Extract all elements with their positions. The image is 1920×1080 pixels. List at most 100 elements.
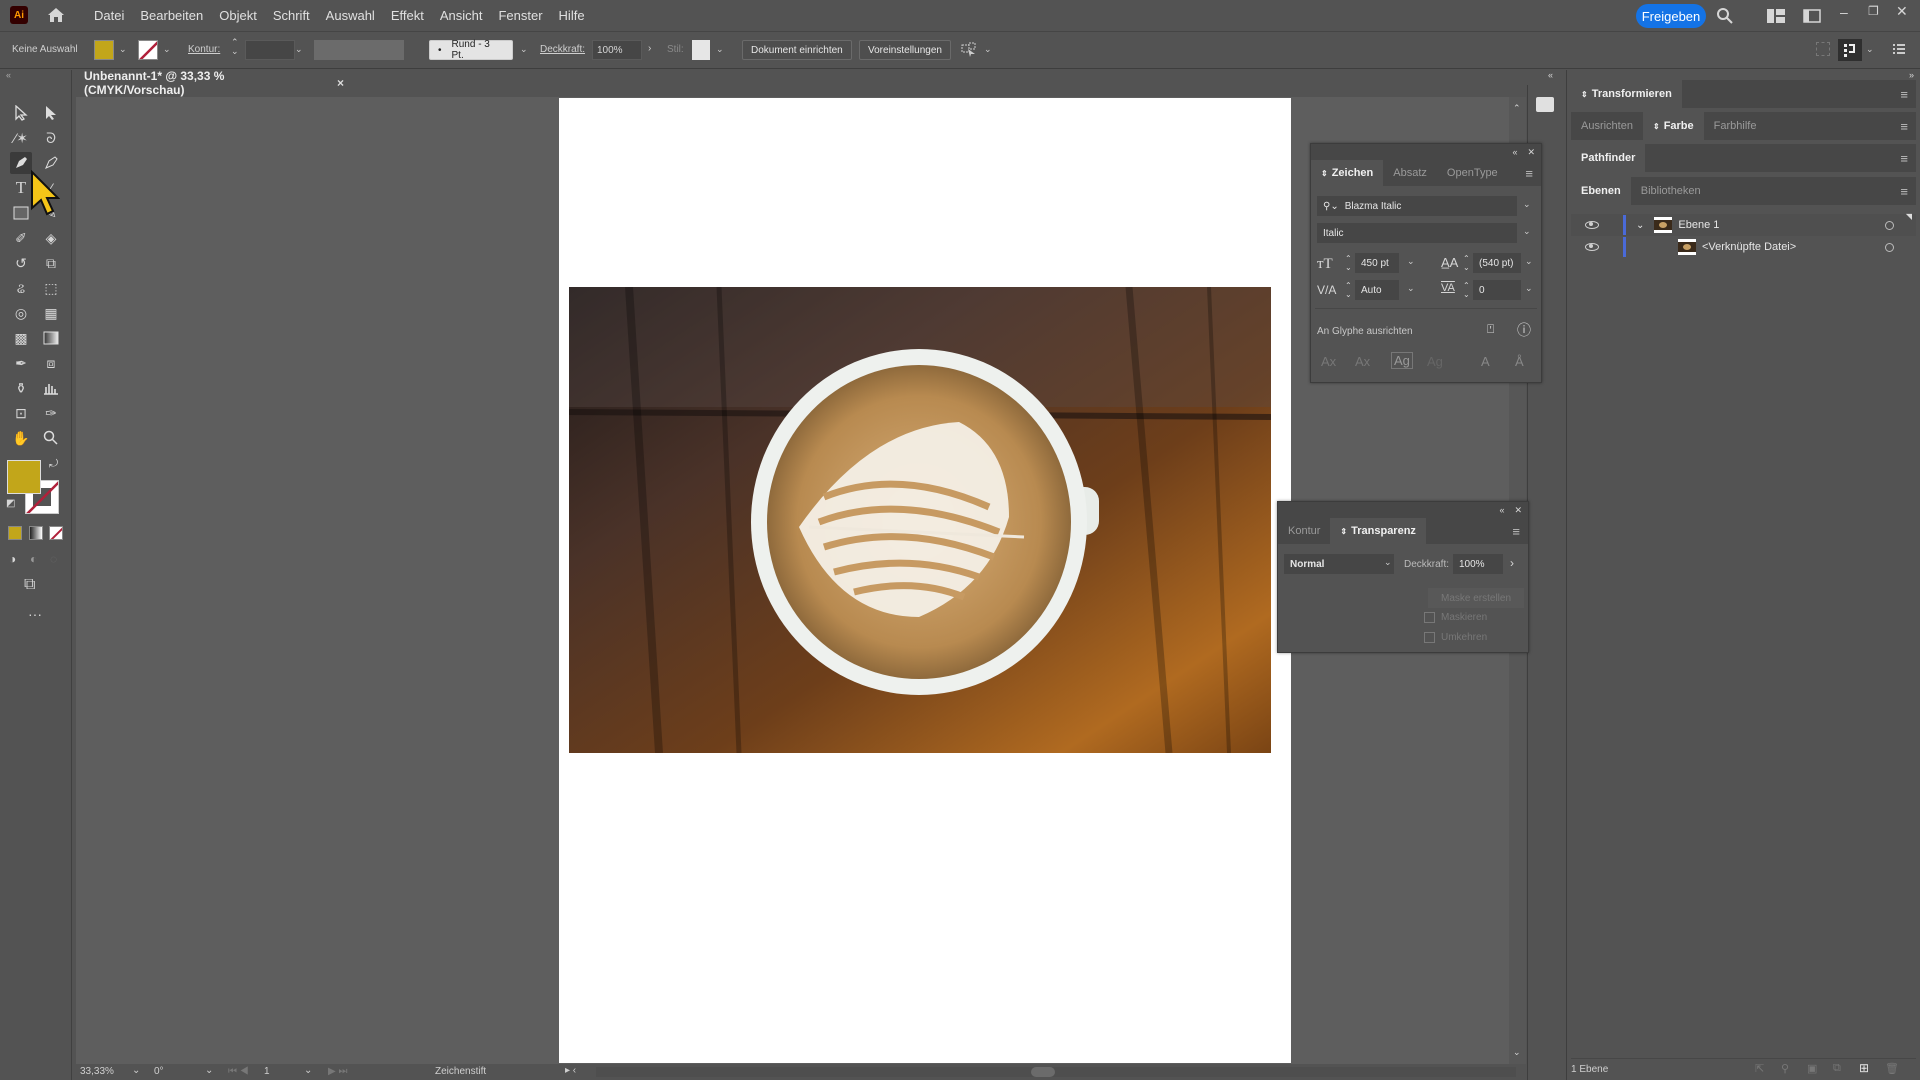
opacity-input[interactable]: 100%: [1453, 554, 1503, 574]
document-tab[interactable]: Unbenannt-1* @ 33,33 % (CMYK/Vorschau) ×: [76, 69, 344, 97]
fill-color-swatch[interactable]: [7, 460, 41, 494]
snap-dropdown-icon[interactable]: ⌄: [1866, 44, 1874, 55]
gradient-mode-icon[interactable]: [29, 526, 43, 540]
workspace-icon[interactable]: [1767, 9, 1785, 26]
font-style-input[interactable]: Italic: [1317, 223, 1517, 243]
lasso-tool-icon[interactable]: ᘐ: [40, 127, 62, 149]
kerning-stepper[interactable]: ⌃ ⌄: [1345, 281, 1352, 299]
rotation-dropdown-icon[interactable]: ⌄: [205, 1065, 213, 1076]
font-style-dropdown-icon[interactable]: ⌄: [1523, 226, 1531, 237]
default-fill-stroke-icon[interactable]: ◩: [6, 498, 15, 509]
zoom-tool-icon[interactable]: [40, 427, 62, 449]
swap-fill-stroke-icon[interactable]: ⤾: [49, 458, 58, 471]
blend-mode-dropdown-icon[interactable]: ⌄: [1384, 557, 1392, 568]
tab-farbhilfe[interactable]: Farbhilfe: [1704, 112, 1767, 140]
eraser-tool-icon[interactable]: ◈: [40, 227, 62, 249]
stroke-weight-dropdown-icon[interactable]: ⌄: [295, 44, 303, 55]
artboard-tool-icon[interactable]: ⊡: [10, 402, 32, 424]
status-menu-icon[interactable]: ▸ ‹: [565, 1065, 576, 1076]
new-layer-icon[interactable]: ⊞: [1859, 1061, 1869, 1075]
font-search-icon[interactable]: ⚲⌄: [1323, 201, 1339, 212]
edit-toolbar-icon[interactable]: ···: [28, 606, 42, 622]
tracking-input[interactable]: 0: [1473, 280, 1521, 300]
artboard-number-input[interactable]: 1: [264, 1066, 270, 1077]
kerning-dropdown-icon[interactable]: ⌄: [1407, 283, 1415, 294]
column-graph-tool-icon[interactable]: [40, 377, 62, 399]
menu-objekt[interactable]: Objekt: [211, 8, 265, 23]
close-document-icon[interactable]: ×: [337, 76, 344, 90]
stroke-dropdown-icon[interactable]: ⌄: [163, 44, 171, 55]
horizontal-scrollbar[interactable]: [596, 1067, 1516, 1077]
tab-ebenen[interactable]: Ebenen: [1571, 177, 1631, 205]
stroke-weight-input[interactable]: [245, 40, 295, 60]
perspective-grid-tool-icon[interactable]: ▦: [40, 302, 62, 324]
menu-bearbeiten[interactable]: Bearbeiten: [132, 8, 211, 23]
home-icon[interactable]: [46, 6, 66, 24]
menu-hilfe[interactable]: Hilfe: [551, 8, 593, 23]
snap-glyph-bounds-icon[interactable]: Ag: [1391, 352, 1413, 369]
layer-row[interactable]: ⌄ Ebene 1: [1571, 214, 1916, 236]
collapse-panel-icon[interactable]: «: [1512, 147, 1517, 157]
tab-bibliotheken[interactable]: Bibliotheken: [1631, 177, 1711, 205]
comments-icon[interactable]: [1536, 97, 1554, 112]
visibility-eye-icon[interactable]: [1585, 243, 1599, 251]
scroll-up-icon[interactable]: ⌃: [1513, 103, 1521, 114]
select-similar-dropdown-icon[interactable]: ⌄: [984, 44, 992, 55]
menu-schrift[interactable]: Schrift: [265, 8, 318, 23]
zoom-dropdown-icon[interactable]: ⌄: [132, 1065, 140, 1076]
tracking-stepper[interactable]: ⌃ ⌄: [1463, 281, 1470, 299]
opacity-input[interactable]: 100%: [592, 40, 642, 60]
brush-dropdown-icon[interactable]: ⌄: [520, 44, 528, 55]
panel-menu-icon[interactable]: ≡: [1900, 177, 1916, 205]
snap-proximity-icon[interactable]: Ag: [1427, 354, 1443, 369]
preferences-button[interactable]: Voreinstellungen: [859, 40, 951, 60]
tab-absatz[interactable]: Absatz: [1383, 160, 1437, 186]
make-mask-button[interactable]: Maske erstellen: [1428, 588, 1524, 608]
tab-zeichen[interactable]: ⇕ Zeichen: [1311, 160, 1384, 186]
visibility-eye-icon[interactable]: [1585, 221, 1599, 229]
layer-name[interactable]: Ebene 1: [1678, 219, 1719, 231]
color-mode-icon[interactable]: [8, 526, 22, 540]
close-panel-icon[interactable]: ✕: [1527, 147, 1535, 158]
close-panel-icon[interactable]: ✕: [1514, 505, 1522, 516]
artboard-dropdown-icon[interactable]: ⌄: [304, 1065, 312, 1076]
snap-glyph-icon[interactable]: ⍞: [1487, 322, 1494, 337]
layer-name[interactable]: <Verknüpfte Datei>: [1702, 241, 1796, 253]
selection-tool-icon[interactable]: [10, 102, 32, 124]
collapse-right-dock-icon[interactable]: »: [1909, 70, 1914, 80]
search-icon[interactable]: [1716, 7, 1734, 28]
font-family-dropdown-icon[interactable]: ⌄: [1523, 199, 1531, 210]
arrange-documents-icon[interactable]: [1803, 9, 1821, 26]
scale-tool-icon[interactable]: ⧉: [40, 252, 62, 274]
leading-input[interactable]: (540 pt): [1473, 253, 1521, 273]
rotate-tool-icon[interactable]: ↺: [10, 252, 32, 274]
collapse-toolbar-icon[interactable]: «: [6, 70, 11, 80]
symbol-sprayer-tool-icon[interactable]: ⚱: [10, 377, 32, 399]
leading-dropdown-icon[interactable]: ⌄: [1525, 256, 1533, 267]
opacity-expand-icon[interactable]: ›: [648, 43, 651, 54]
brush-definition-dropdown[interactable]: • Rund - 3 Pt.: [429, 39, 513, 61]
pen-tool-icon[interactable]: [10, 152, 32, 174]
clipping-mask-icon[interactable]: ▣: [1807, 1062, 1817, 1075]
warp-tool-icon[interactable]: ଌ: [10, 277, 32, 299]
change-screen-mode-icon[interactable]: ⧉: [24, 576, 35, 594]
next-artboard-icon[interactable]: ▶ ⏭: [328, 1066, 347, 1077]
expand-layer-icon[interactable]: ⌄: [1636, 220, 1644, 231]
scroll-thumb[interactable]: [1031, 1067, 1055, 1077]
rotation-input[interactable]: 0°: [154, 1066, 164, 1077]
style-dropdown-icon[interactable]: ⌄: [716, 44, 724, 55]
collapse-panel-icon[interactable]: «: [1499, 505, 1504, 515]
menu-fenster[interactable]: Fenster: [490, 8, 550, 23]
menu-effekt[interactable]: Effekt: [383, 8, 432, 23]
slice-tool-icon[interactable]: ✑: [40, 402, 62, 424]
stroke-label[interactable]: Kontur:: [188, 44, 220, 55]
minimize-icon[interactable]: –: [1840, 4, 1848, 20]
close-icon[interactable]: ✕: [1896, 3, 1908, 20]
panel-options-icon[interactable]: [1893, 43, 1905, 58]
mesh-tool-icon[interactable]: ▩: [10, 327, 32, 349]
scroll-down-icon[interactable]: ⌄: [1513, 1047, 1521, 1058]
document-setup-button[interactable]: Dokument einrichten: [742, 40, 852, 60]
panel-menu-icon[interactable]: ≡: [1512, 518, 1528, 544]
draw-inside-icon[interactable]: ◌: [50, 552, 57, 566]
target-circle-icon[interactable]: [1885, 242, 1894, 252]
